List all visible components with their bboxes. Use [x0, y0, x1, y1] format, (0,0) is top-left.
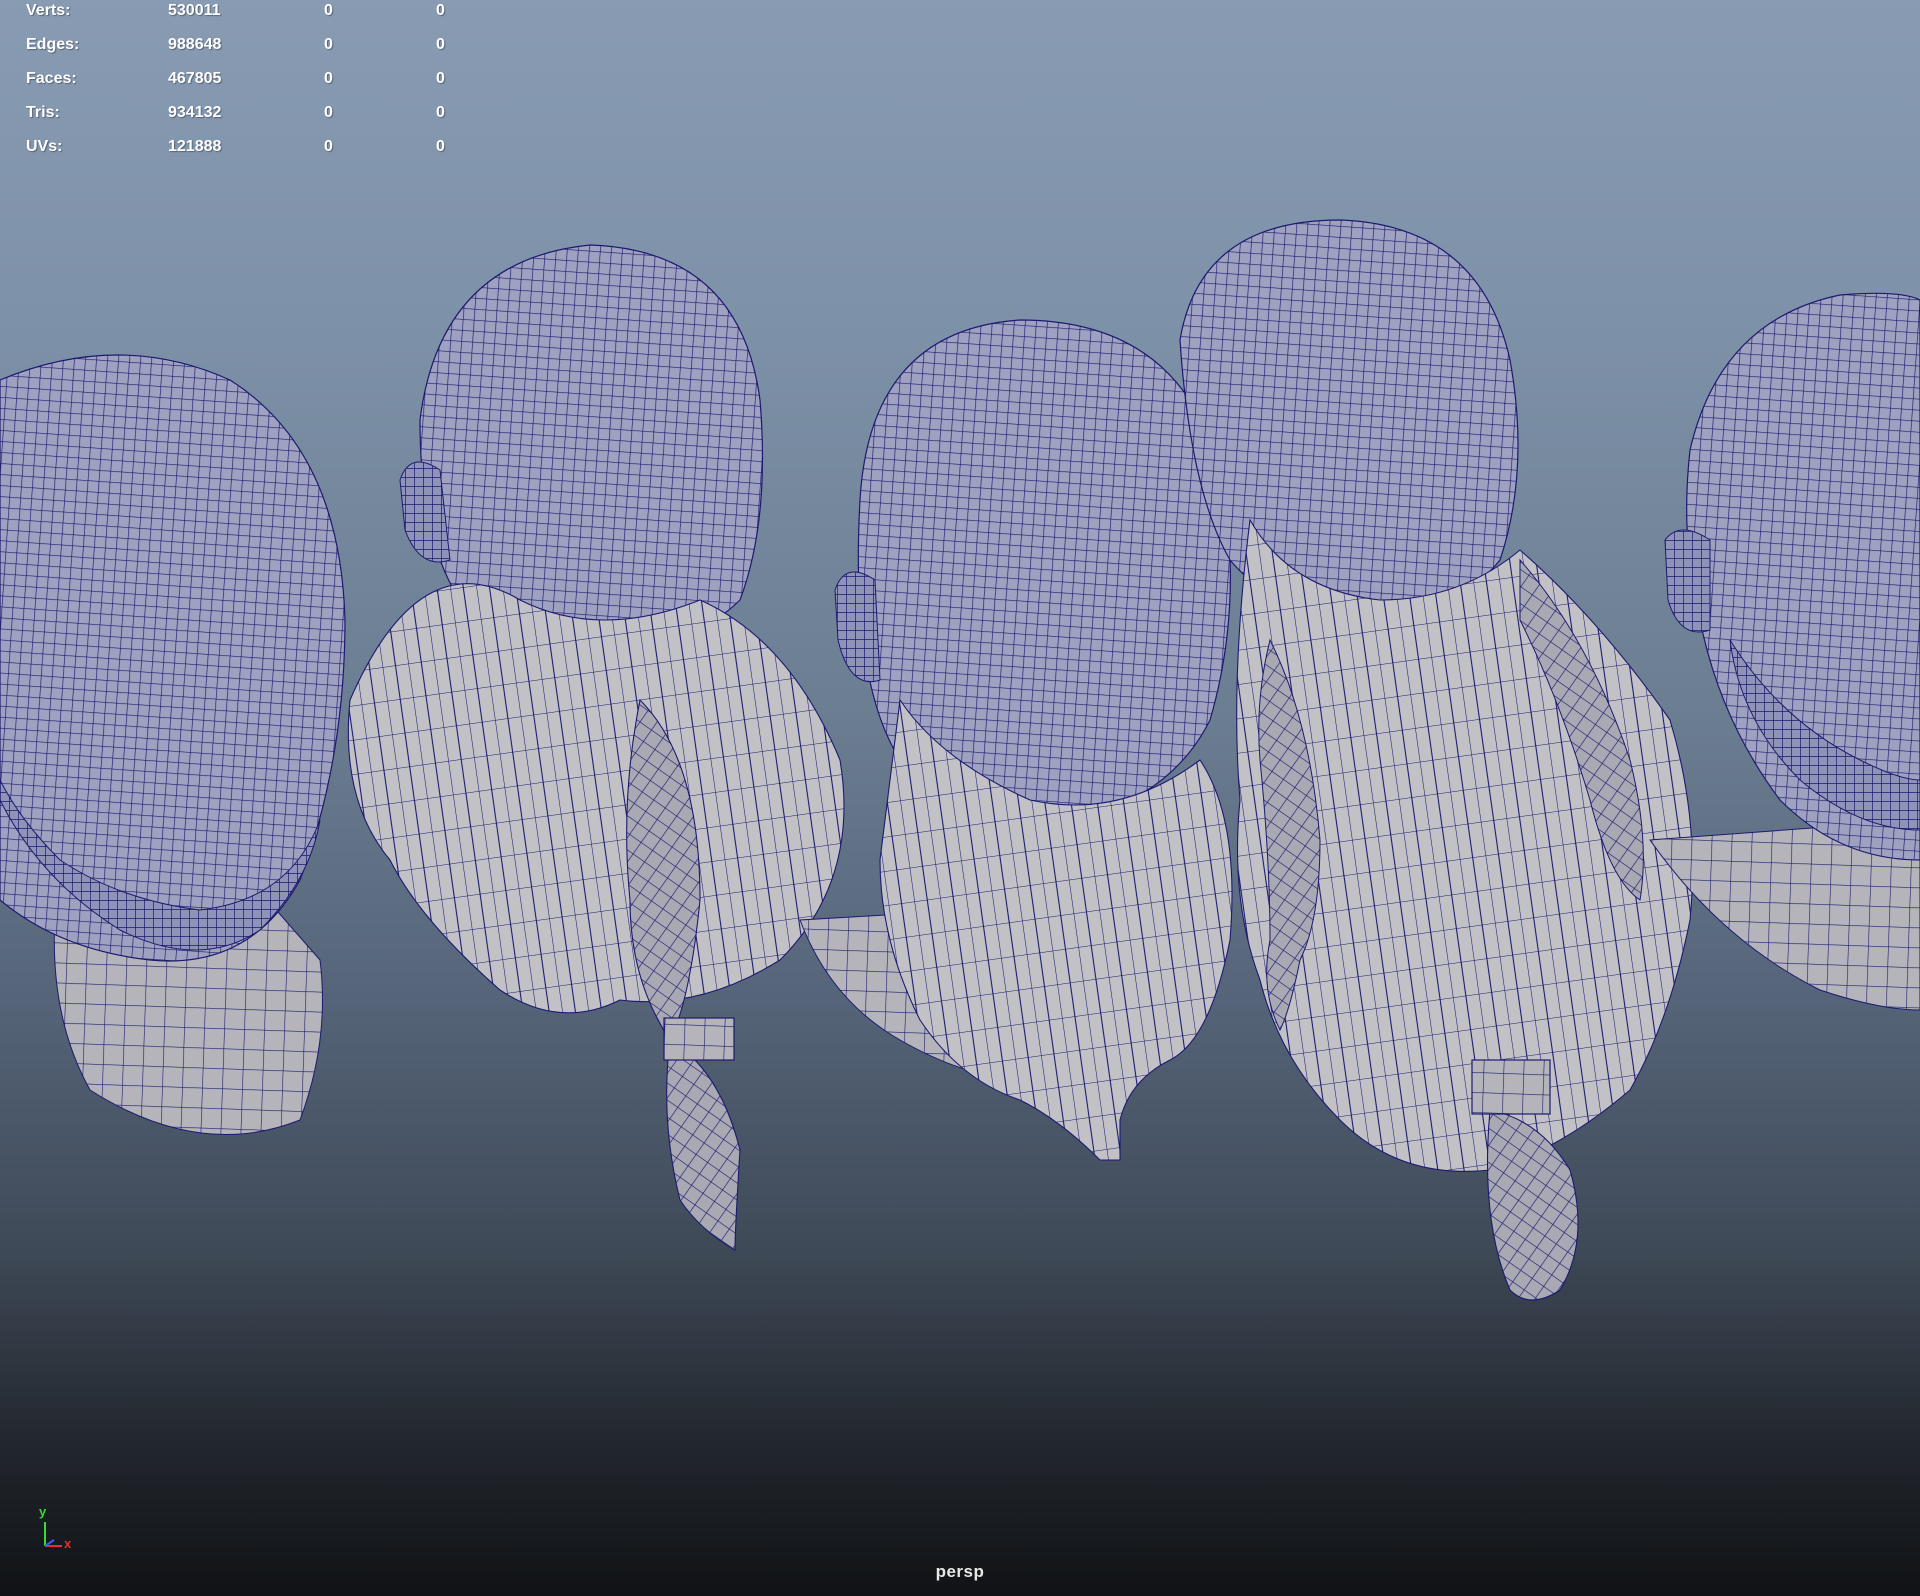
hud-value-object: 988648 — [168, 36, 222, 53]
hud-label: Verts: — [26, 2, 71, 19]
hud-label: Tris: — [26, 104, 60, 121]
head-mesh-4[interactable] — [1179, 219, 1694, 1301]
axis-x-label: x — [64, 1536, 72, 1551]
head-mesh-3[interactable] — [799, 319, 1233, 1161]
axis-gizmo: y x — [36, 1504, 86, 1556]
hud-value-selected: 0 — [324, 70, 333, 87]
head-4-braid-tip — [1487, 1109, 1579, 1301]
hud-value-selected: 0 — [324, 2, 333, 19]
hud-label: UVs: — [26, 138, 63, 155]
hud-value-selected: 0 — [324, 104, 333, 121]
head-4-braid-band — [1471, 1059, 1551, 1115]
hud-value-object: 934132 — [168, 104, 222, 121]
maya-perspective-viewport[interactable]: Verts: 530011 0 0 Edges: 988648 0 0 Face… — [0, 0, 1920, 1596]
camera-name-label: persp — [935, 1562, 985, 1581]
hud-value-component: 0 — [436, 36, 445, 53]
head-5-ear — [1664, 529, 1711, 633]
head-2-braid-band — [663, 1017, 735, 1061]
hud-label: Edges: — [26, 36, 80, 53]
hud-value-object: 467805 — [168, 70, 222, 87]
hud-value-selected: 0 — [324, 36, 333, 53]
hud-value-component: 0 — [436, 138, 445, 155]
hud-value-selected: 0 — [324, 138, 333, 155]
axis-y-label: y — [39, 1504, 47, 1519]
hud-label: Faces: — [26, 70, 77, 87]
wireframe-scene[interactable] — [0, 0, 1920, 1596]
hud-value-component: 0 — [436, 70, 445, 87]
hud-value-object: 530011 — [168, 2, 221, 19]
head-3-ear — [834, 571, 881, 682]
hud-value-object: 121888 — [168, 138, 222, 155]
head-4-skull — [1179, 219, 1519, 621]
head-mesh-1[interactable] — [0, 354, 346, 1136]
hud-value-component: 0 — [436, 104, 445, 121]
hud-value-component: 0 — [436, 2, 445, 19]
head-mesh-2[interactable] — [347, 244, 845, 1251]
head-2-beard — [347, 583, 845, 1014]
